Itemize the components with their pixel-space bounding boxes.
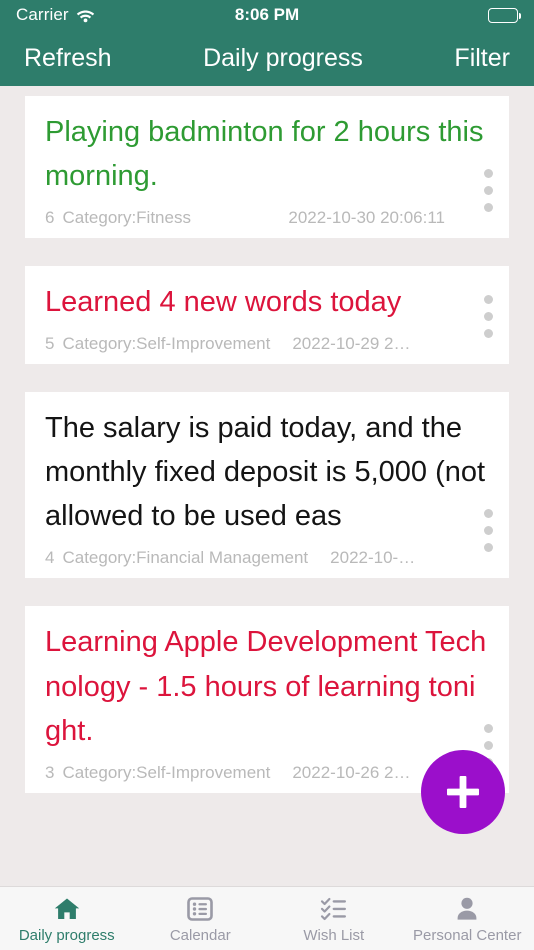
- item-category: Category:Financial Management: [62, 548, 309, 568]
- item-meta: 6 Category:Fitness 2022-10-30 20:06:11: [45, 208, 491, 228]
- tab-daily-progress[interactable]: Daily progress: [0, 887, 134, 950]
- tab-label: Personal Center: [413, 926, 522, 944]
- item-title: The salary is paid today, and the monthl…: [45, 412, 486, 533]
- item-date: 2022-10-30 20:06:11: [288, 208, 445, 228]
- status-bar: Carrier 8:06 PM: [0, 0, 534, 30]
- person-icon: [452, 894, 482, 924]
- list-icon: [185, 894, 215, 924]
- item-date: 2022-10-26 2…: [292, 762, 411, 782]
- plus-icon: [441, 770, 485, 814]
- item-id: 4: [45, 548, 55, 568]
- tab-bar: Daily progress Calendar Wish List Person…: [0, 886, 534, 950]
- item-meta: 4 Category:Financial Management 2022-10-…: [45, 548, 491, 568]
- item-date: 2022-10-29 2…: [292, 334, 411, 354]
- item-title: Playing badminton for 2 hours this morni…: [45, 116, 484, 193]
- item-title: Learned 4 new words today: [45, 286, 402, 319]
- item-category: Category:Fitness: [62, 208, 191, 228]
- add-button[interactable]: [421, 750, 505, 834]
- item-category: Category:Self-Improvement: [62, 762, 271, 782]
- tab-personal-center[interactable]: Personal Center: [401, 887, 534, 950]
- checklist-icon: [319, 894, 349, 924]
- tab-calendar[interactable]: Calendar: [134, 887, 268, 950]
- item-title: Learning Apple Development Technology - …: [45, 626, 487, 747]
- carrier-label: Carrier: [16, 5, 69, 24]
- item-category: Category:Self-Improvement: [62, 334, 271, 354]
- battery-full-icon: [488, 7, 522, 23]
- item-date: 2022-10-…: [330, 548, 416, 568]
- item-id: 6: [45, 208, 55, 228]
- tab-label: Daily progress: [18, 926, 115, 944]
- list-item[interactable]: Playing badminton for 2 hours this morni…: [25, 96, 509, 239]
- navigation-bar: Refresh Daily progress Filter: [0, 30, 534, 86]
- item-meta: 5 Category:Self-Improvement 2022-10-29 2…: [45, 334, 491, 354]
- more-vertical-icon[interactable]: [484, 509, 493, 553]
- wifi-icon: [76, 8, 95, 23]
- status-bar-right: [488, 7, 522, 23]
- home-icon: [52, 894, 82, 924]
- tab-label: Wish List: [303, 926, 365, 944]
- tab-label: Calendar: [169, 926, 231, 944]
- more-vertical-icon[interactable]: [484, 295, 493, 339]
- filter-button[interactable]: Filter: [454, 44, 510, 73]
- refresh-button[interactable]: Refresh: [24, 44, 112, 73]
- list-item[interactable]: The salary is paid today, and the monthl…: [25, 392, 509, 579]
- item-id: 3: [45, 762, 55, 782]
- page-title: Daily progress: [203, 43, 363, 72]
- tab-wish-list[interactable]: Wish List: [267, 887, 401, 950]
- status-bar-left: Carrier: [16, 5, 95, 25]
- item-id: 5: [45, 334, 55, 354]
- more-vertical-icon[interactable]: [484, 169, 493, 213]
- list-item[interactable]: Learned 4 new words today 5 Category:Sel…: [25, 266, 509, 365]
